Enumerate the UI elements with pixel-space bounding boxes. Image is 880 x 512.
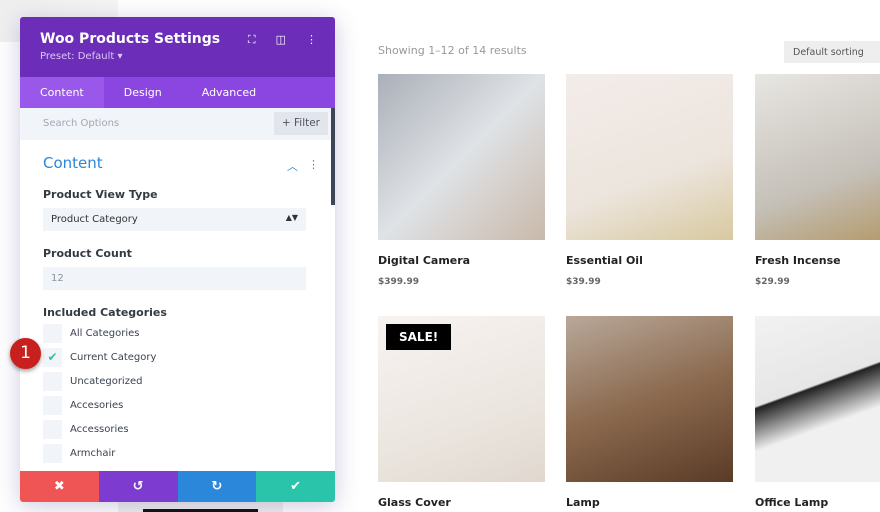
product-view-type-label: Product View Type xyxy=(43,188,158,201)
product-card[interactable]: Fresh Incense $29.99 xyxy=(755,74,880,287)
fullscreen-icon[interactable]: ⛶ xyxy=(248,33,256,47)
product-name[interactable]: Essential Oil xyxy=(566,254,733,267)
chevron-up-icon[interactable]: ︿ xyxy=(287,158,298,174)
product-image[interactable] xyxy=(566,74,733,240)
product-card[interactable]: Lamp xyxy=(566,316,733,509)
checkbox[interactable] xyxy=(43,419,62,439)
product-name[interactable]: Lamp xyxy=(566,496,733,509)
product-image[interactable] xyxy=(755,316,880,482)
product-card[interactable]: SALE! Glass Cover xyxy=(378,316,545,509)
checkbox-label: Armchair xyxy=(70,447,116,459)
panel-header: Woo Products Settings Preset: Default ▾ … xyxy=(20,17,335,77)
product-price: $29.99 xyxy=(755,277,790,287)
product-price: $39.99 xyxy=(566,277,601,287)
close-icon: ✖ xyxy=(53,479,65,494)
select-arrows-icon: ▲▼ xyxy=(285,213,298,222)
cancel-button[interactable]: ✖ xyxy=(20,471,99,502)
product-count-label: Product Count xyxy=(43,247,132,260)
save-button[interactable]: ✔ xyxy=(256,471,335,502)
category-checkbox[interactable]: Accessories xyxy=(43,417,312,441)
checkbox-label: All Categories xyxy=(70,327,140,339)
category-checkbox[interactable]: All Categories xyxy=(43,321,312,345)
checkbox-label: Current Category xyxy=(70,351,157,363)
undo-icon: ↺ xyxy=(132,479,144,494)
tab-design[interactable]: Design xyxy=(104,77,182,108)
checkbox-label: Accesories xyxy=(70,399,124,411)
product-card[interactable]: Essential Oil $39.99 xyxy=(566,74,733,287)
product-name[interactable]: Digital Camera xyxy=(378,254,545,267)
checkbox-label: Accessories xyxy=(70,423,129,435)
tab-advanced[interactable]: Advanced xyxy=(182,77,276,108)
redo-button[interactable]: ↻ xyxy=(177,471,257,502)
product-image[interactable] xyxy=(755,74,880,240)
product-price: $399.99 xyxy=(378,277,419,287)
result-count: Showing 1–12 of 14 results xyxy=(378,44,527,57)
checkbox[interactable] xyxy=(43,371,62,391)
undo-button[interactable]: ↺ xyxy=(98,471,178,502)
step-annotation-badge: 1 xyxy=(10,338,41,369)
section-title[interactable]: Content xyxy=(43,154,312,172)
product-name[interactable]: Fresh Incense xyxy=(755,254,880,267)
checkbox[interactable] xyxy=(43,323,62,343)
product-name[interactable]: Glass Cover xyxy=(378,496,545,509)
sorting-select[interactable]: Default sorting xyxy=(784,41,880,63)
filter-button[interactable]: + Filter xyxy=(273,112,328,135)
product-image[interactable]: SALE! xyxy=(378,316,545,482)
product-image[interactable] xyxy=(566,316,733,482)
tab-content[interactable]: Content xyxy=(20,77,104,108)
split-view-icon[interactable]: ◫ xyxy=(276,33,286,47)
section-menu-icon[interactable]: ⋮ xyxy=(308,158,319,174)
checkbox[interactable] xyxy=(43,443,62,463)
category-checkbox[interactable]: ✔ Current Category xyxy=(43,345,312,369)
more-options-icon[interactable]: ⋮ xyxy=(306,33,317,47)
checkmark-icon[interactable]: ✔ xyxy=(43,347,62,367)
category-checkbox[interactable]: Armchair xyxy=(43,441,312,465)
settings-panel: Woo Products Settings Preset: Default ▾ … xyxy=(20,17,335,502)
product-name[interactable]: Office Lamp xyxy=(755,496,880,509)
check-icon: ✔ xyxy=(290,479,302,494)
tab-bar: Content Design Advanced xyxy=(20,77,335,108)
included-categories-label: Included Categories xyxy=(43,306,167,319)
product-view-type-select[interactable]: Product Category ▲▼ xyxy=(43,208,306,231)
search-placeholder: Search Options xyxy=(43,118,120,129)
checkbox-label: Uncategorized xyxy=(70,375,143,387)
select-value: Product Category xyxy=(51,214,138,225)
checkbox[interactable] xyxy=(43,395,62,415)
action-bar: ✖ ↺ ↻ ✔ xyxy=(20,471,335,502)
preset-dropdown[interactable]: Preset: Default ▾ xyxy=(40,51,315,62)
search-options-input[interactable]: Search Options + Filter xyxy=(20,108,335,140)
category-checkbox[interactable]: Uncategorized xyxy=(43,369,312,393)
redo-icon: ↻ xyxy=(211,479,223,494)
product-image[interactable] xyxy=(378,74,545,240)
product-card[interactable]: Digital Camera $399.99 xyxy=(378,74,545,287)
sale-badge: SALE! xyxy=(386,324,452,350)
product-card[interactable]: Office Lamp xyxy=(755,316,880,509)
product-count-input[interactable]: 12 xyxy=(43,267,306,290)
category-checkbox[interactable]: Accesories xyxy=(43,393,312,417)
